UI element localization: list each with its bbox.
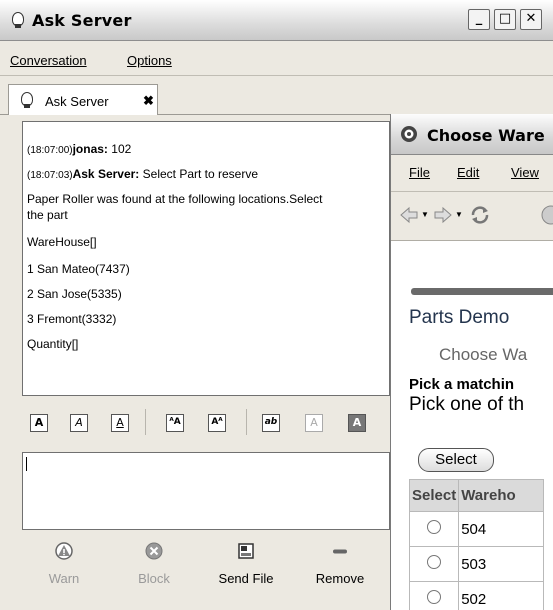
instruction-bold: Pick a matchin bbox=[409, 376, 515, 393]
smaller-font-button[interactable]: ᴬA bbox=[166, 414, 184, 432]
menu-file[interactable]: File bbox=[409, 165, 430, 180]
toolbar-separator bbox=[145, 409, 146, 435]
forward-dropdown-icon[interactable]: ▼ bbox=[455, 210, 463, 219]
row-radio[interactable] bbox=[427, 520, 442, 534]
warn-button[interactable]: Warn bbox=[42, 542, 86, 586]
menu-view[interactable]: View bbox=[511, 165, 539, 180]
warehouse-table: Select Wareho 504 503 502 bbox=[408, 479, 545, 610]
back-arrow-icon[interactable] bbox=[399, 206, 419, 224]
instruction-text: Pick one of th bbox=[409, 394, 525, 415]
format-toolbar: A A A ᴬA Aᴬ ab A A bbox=[22, 403, 388, 443]
tab-close-icon[interactable]: ✖ bbox=[143, 93, 154, 109]
window-title: Ask Server bbox=[32, 11, 132, 30]
remove-button[interactable]: Remove bbox=[310, 542, 370, 586]
browser-window: Choose Ware File Edit View ▼ ▼ Parts Dem… bbox=[390, 114, 553, 610]
maximize-button[interactable]: □ bbox=[494, 9, 516, 30]
row-radio[interactable] bbox=[427, 590, 442, 604]
browser-toolbar: ▼ ▼ bbox=[391, 192, 553, 241]
back-dropdown-icon[interactable]: ▼ bbox=[421, 210, 429, 219]
chat-text-line: WareHouse[] bbox=[27, 235, 97, 249]
title-bar[interactable]: Ask Server _ □ ✕ bbox=[0, 0, 553, 41]
italic-button[interactable]: A bbox=[70, 414, 88, 432]
chat-text-line: the part bbox=[27, 208, 68, 222]
header-divider-bar bbox=[411, 288, 553, 295]
table-row: 503 bbox=[408, 546, 545, 582]
warehouse-cell: 503 bbox=[458, 546, 545, 582]
conversation-log[interactable]: (18:07:00)jonas: 102 (18:07:03)Ask Serve… bbox=[22, 121, 390, 396]
minimize-button[interactable]: _ bbox=[468, 9, 490, 30]
table-header-row: Select Wareho bbox=[408, 479, 545, 512]
select-button[interactable]: Select bbox=[418, 448, 494, 472]
close-button[interactable]: ✕ bbox=[520, 9, 542, 30]
font-face-button[interactable]: ab bbox=[262, 414, 280, 432]
menu-options[interactable]: Options bbox=[127, 53, 172, 68]
browser-content: Parts Demo Choose Wa Pick a matchin Pick… bbox=[391, 241, 553, 610]
background-color-button[interactable]: A bbox=[348, 414, 366, 432]
stop-icon[interactable] bbox=[541, 205, 553, 225]
action-bar: Warn Block Send File Remove bbox=[22, 530, 388, 610]
column-header-select: Select bbox=[408, 479, 460, 512]
table-row: 502 bbox=[408, 581, 545, 610]
browser-app-icon bbox=[401, 126, 417, 142]
block-button[interactable]: Block bbox=[132, 542, 176, 586]
table-row: 504 bbox=[408, 511, 545, 547]
chat-message: (18:07:03)Ask Server: Select Part to res… bbox=[27, 167, 259, 181]
menu-edit[interactable]: Edit bbox=[457, 165, 479, 180]
reload-icon[interactable] bbox=[469, 205, 491, 225]
larger-font-button[interactable]: Aᴬ bbox=[208, 414, 226, 432]
underline-button[interactable]: A bbox=[111, 414, 129, 432]
tab-ask-server[interactable]: Ask Server ✖ bbox=[8, 84, 158, 115]
chat-text-line: Paper Roller was found at the following … bbox=[27, 192, 323, 206]
tab-label: Ask Server bbox=[45, 94, 109, 109]
send-file-button[interactable]: Send File bbox=[214, 542, 278, 586]
chat-text-line: 3 Fremont(3332) bbox=[27, 312, 117, 326]
browser-title-bar[interactable]: Choose Ware bbox=[391, 114, 553, 155]
menu-conversation[interactable]: Conversation bbox=[10, 53, 87, 68]
browser-title: Choose Ware bbox=[427, 126, 545, 145]
chat-message: (18:07:00)jonas: 102 bbox=[27, 142, 132, 156]
forward-arrow-icon[interactable] bbox=[433, 206, 453, 224]
remove-icon bbox=[333, 549, 347, 554]
page-heading: Parts Demo bbox=[409, 307, 510, 328]
row-radio[interactable] bbox=[427, 555, 442, 569]
warn-icon bbox=[55, 542, 73, 560]
chat-text-line: 2 San Jose(5335) bbox=[27, 287, 122, 301]
send-file-icon bbox=[238, 543, 254, 559]
block-icon bbox=[145, 542, 163, 560]
foreground-color-button[interactable]: A bbox=[305, 414, 323, 432]
warehouse-cell: 502 bbox=[458, 581, 545, 610]
menu-bar: Conversation Options bbox=[0, 41, 553, 76]
lightbulb-icon bbox=[12, 12, 24, 28]
warehouse-cell: 504 bbox=[458, 511, 545, 547]
column-header-warehouse: Wareho bbox=[458, 479, 545, 512]
lightbulb-icon bbox=[21, 92, 33, 108]
text-caret bbox=[26, 457, 27, 471]
chat-text-line: 1 San Mateo(7437) bbox=[27, 262, 130, 276]
bold-button[interactable]: A bbox=[30, 414, 48, 432]
chat-text-line: Quantity[] bbox=[27, 337, 79, 351]
toolbar-separator bbox=[246, 409, 247, 435]
browser-menu-bar: File Edit View bbox=[391, 155, 553, 192]
page-subheading: Choose Wa bbox=[439, 345, 528, 364]
message-input[interactable] bbox=[22, 452, 390, 530]
